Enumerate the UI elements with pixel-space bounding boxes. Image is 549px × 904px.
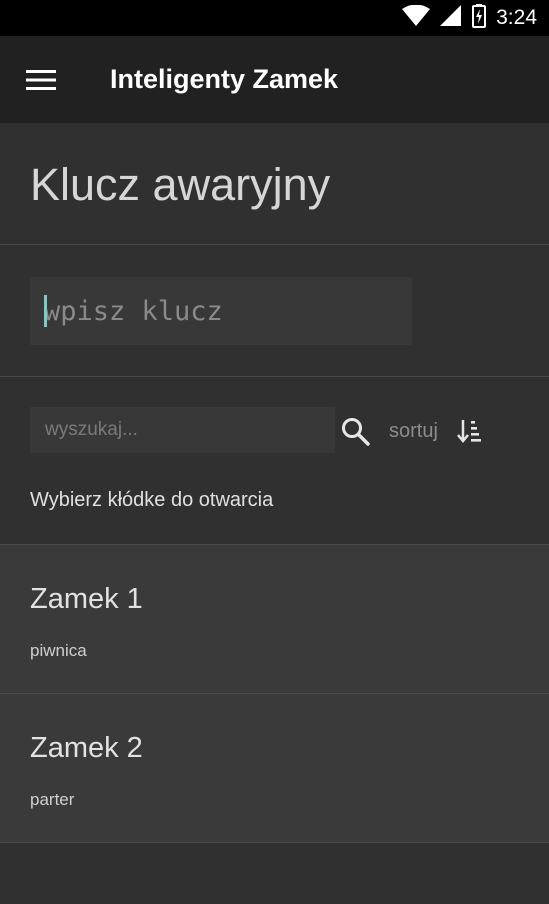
status-icons: 3:24 bbox=[402, 0, 537, 36]
text-caret bbox=[44, 295, 47, 327]
key-input-container bbox=[30, 277, 412, 345]
lock-location: piwnica bbox=[30, 641, 87, 660]
lock-list-item[interactable]: Zamek 1 piwnica bbox=[0, 545, 549, 693]
status-time: 3:24 bbox=[496, 6, 537, 29]
lock-name: Zamek 1 bbox=[30, 583, 143, 615]
battery-charging-icon bbox=[472, 3, 487, 33]
signal-icon bbox=[440, 4, 462, 32]
wifi-icon bbox=[402, 4, 431, 32]
app-screen: 3:24 Inteligenty Zamek Klucz awaryjny so… bbox=[0, 0, 549, 904]
divider bbox=[0, 376, 549, 377]
search-icon[interactable] bbox=[336, 412, 374, 450]
divider bbox=[0, 244, 549, 245]
status-bar: 3:24 bbox=[0, 0, 549, 36]
app-bar: Inteligenty Zamek bbox=[0, 36, 549, 123]
lock-list-item[interactable]: Zamek 2 parter bbox=[0, 694, 549, 842]
lock-name: Zamek 2 bbox=[30, 732, 143, 764]
app-title: Inteligenty Zamek bbox=[110, 64, 339, 94]
hamburger-menu-icon[interactable] bbox=[18, 57, 64, 103]
page-title: Klucz awaryjny bbox=[30, 159, 331, 210]
search-container bbox=[30, 407, 335, 453]
sort-label[interactable]: sortuj bbox=[389, 417, 438, 445]
emergency-key-input[interactable] bbox=[44, 277, 404, 345]
search-input[interactable] bbox=[45, 407, 330, 453]
sort-ascending-icon[interactable] bbox=[455, 416, 485, 446]
lock-location: parter bbox=[30, 790, 75, 809]
divider bbox=[0, 842, 549, 843]
instruction-text: Wybierz kłódke do otwarcia bbox=[30, 489, 274, 511]
